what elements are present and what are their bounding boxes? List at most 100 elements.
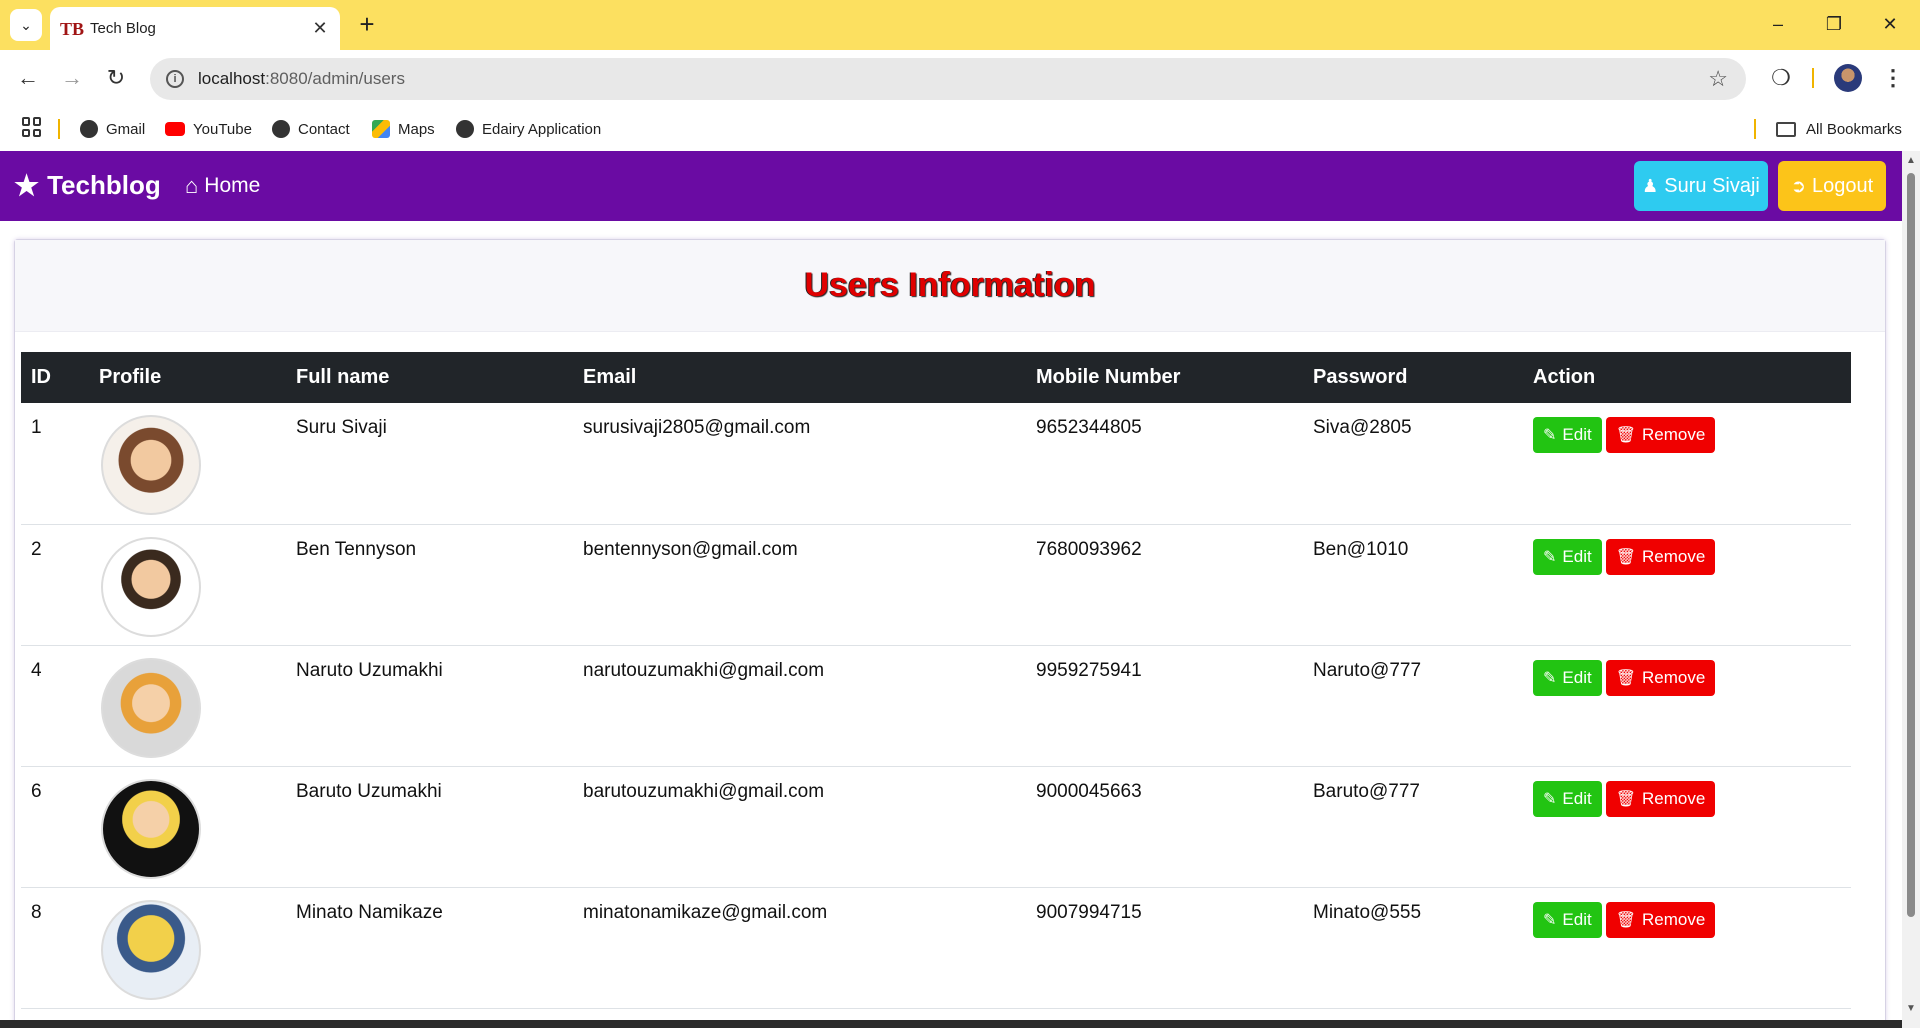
edit-button[interactable]: ✎ Edit	[1533, 538, 1602, 575]
bookmark-star-icon[interactable]: ☆	[1708, 66, 1728, 92]
bookmark-contact[interactable]: Contact	[272, 115, 350, 143]
youtube-icon	[165, 122, 185, 136]
remove-button[interactable]: 🗑 Remove	[1605, 659, 1716, 696]
avatar	[101, 778, 201, 879]
cell-password: Naruto@777	[1303, 645, 1523, 767]
cell-password: Ben@1010	[1303, 524, 1523, 646]
page-viewport: ★ Techblog ⌂ Home ♟ Suru Sivaji ➲ Logout…	[0, 151, 1920, 1028]
table-row: 8 Minato Namikaze minatonamikaze@gmail.c…	[21, 887, 1851, 1009]
cell-action: ✎ Edit 🗑 Remove	[1523, 766, 1851, 888]
scroll-down-icon[interactable]: ▼	[1906, 1003, 1916, 1014]
cell-email: bentennyson@gmail.com	[573, 524, 1026, 646]
trash-icon: 🗑	[1615, 548, 1637, 566]
site-info-icon[interactable]: i	[166, 70, 184, 88]
user-button-label: Suru Sivaji	[1664, 174, 1760, 197]
minimize-icon[interactable]: –	[1758, 10, 1798, 40]
bookmark-maps[interactable]: Maps	[372, 115, 435, 143]
user-profile-button[interactable]: ♟ Suru Sivaji	[1634, 161, 1768, 211]
cell-name: Baruto Uzumakhi	[286, 766, 573, 888]
apps-grid-icon[interactable]	[22, 117, 42, 137]
cell-action: ✎ Edit 🗑 Remove	[1523, 645, 1851, 767]
cell-profile	[89, 887, 286, 1009]
table-row: 4 Naruto Uzumakhi narutouzumakhi@gmail.c…	[21, 645, 1851, 767]
edit-button[interactable]: ✎ Edit	[1533, 901, 1602, 938]
toolbar-divider	[1812, 68, 1814, 88]
cell-mobile: 9959275941	[1026, 645, 1303, 767]
bookmarks-divider	[58, 119, 60, 139]
all-bookmarks-label: All Bookmarks	[1806, 120, 1902, 138]
bookmark-label: Contact	[298, 120, 350, 138]
bookmark-edairy[interactable]: Edairy Application	[456, 115, 601, 143]
edit-label: Edit	[1562, 667, 1592, 687]
table-row: 1 Suru Sivaji surusivaji2805@gmail.com 9…	[21, 403, 1851, 525]
bookmark-gmail[interactable]: Gmail	[80, 115, 145, 143]
bookmark-label: Gmail	[106, 120, 146, 138]
tab-search-button[interactable]: ⌄	[10, 9, 42, 41]
profile-avatar[interactable]	[1834, 64, 1862, 92]
back-icon[interactable]: ←	[12, 62, 44, 94]
page-scrollbar[interactable]: ▲ ▼	[1902, 151, 1920, 1028]
cell-password: Baruto@777	[1303, 766, 1523, 888]
star-icon: ★	[14, 170, 40, 201]
avatar	[101, 657, 201, 758]
tab-favicon-icon: TB	[60, 18, 85, 39]
tab-close-icon[interactable]: ✕	[310, 18, 330, 39]
remove-button[interactable]: 🗑 Remove	[1605, 901, 1716, 938]
cell-profile	[89, 766, 286, 888]
all-bookmarks[interactable]: All Bookmarks	[1776, 115, 1902, 143]
remove-label: Remove	[1642, 909, 1706, 929]
forward-icon[interactable]: →	[56, 62, 88, 94]
cell-name: Minato Namikaze	[286, 887, 573, 1009]
remove-label: Remove	[1642, 667, 1706, 687]
pen-icon: ✎	[1543, 427, 1557, 444]
remove-button[interactable]: 🗑 Remove	[1605, 780, 1716, 817]
brand-link[interactable]: ★ Techblog	[14, 169, 161, 202]
table-row: 6 Baruto Uzumakhi barutouzumakhi@gmail.c…	[21, 766, 1851, 888]
cell-name: Suru Sivaji	[286, 403, 573, 525]
edit-label: Edit	[1562, 788, 1592, 808]
table-row: 2 Ben Tennyson bentennyson@gmail.com 768…	[21, 524, 1851, 646]
bottom-strip	[0, 1020, 1902, 1028]
url-host: localhost	[198, 69, 266, 88]
bookmark-label: Maps	[398, 120, 435, 138]
cell-email: minatonamikaze@gmail.com	[573, 887, 1026, 1009]
scroll-up-icon[interactable]: ▲	[1906, 155, 1916, 166]
cell-email: surusivaji2805@gmail.com	[573, 403, 1026, 525]
globe-icon	[80, 120, 98, 138]
remove-button[interactable]: 🗑 Remove	[1605, 538, 1716, 575]
more-menu-icon[interactable]: ⋮	[1878, 62, 1908, 94]
trash-icon: 🗑	[1615, 669, 1637, 687]
address-bar[interactable]: i localhost:8080/admin/users ☆	[150, 58, 1746, 100]
globe-icon	[456, 120, 474, 138]
header-profile: Profile	[89, 352, 286, 403]
remove-label: Remove	[1642, 788, 1706, 808]
browser-toolbar: ← → ↻ i localhost:8080/admin/users ☆ ❍ ⋮	[0, 50, 1920, 107]
logout-button[interactable]: ➲ Logout	[1778, 161, 1886, 211]
page-title: Users Information	[804, 266, 1096, 304]
new-tab-icon[interactable]: +	[352, 10, 382, 40]
cell-name: Ben Tennyson	[286, 524, 573, 646]
cell-action: ✎ Edit 🗑 Remove	[1523, 403, 1851, 525]
trash-icon: 🗑	[1615, 790, 1637, 808]
bookmarks-bar: Gmail YouTube Contact Maps Edairy Applic…	[0, 107, 1920, 151]
users-table: ID Profile Full name Email Mobile Number…	[21, 352, 1851, 1009]
bookmark-youtube[interactable]: YouTube	[165, 115, 252, 143]
scroll-thumb[interactable]	[1907, 173, 1915, 917]
restore-icon[interactable]: ❐	[1814, 10, 1854, 40]
nav-home-link[interactable]: ⌂ Home	[185, 173, 260, 199]
remove-button[interactable]: 🗑 Remove	[1605, 417, 1716, 453]
reload-icon[interactable]: ↻	[100, 62, 132, 94]
cell-password: Minato@555	[1303, 887, 1523, 1009]
edit-button[interactable]: ✎ Edit	[1533, 780, 1602, 817]
cell-mobile: 7680093962	[1026, 524, 1303, 646]
cell-password: Siva@2805	[1303, 403, 1523, 525]
pen-icon: ✎	[1543, 790, 1557, 808]
extensions-icon[interactable]: ❍	[1766, 62, 1796, 94]
browser-tab[interactable]: TB Tech Blog ✕	[50, 7, 340, 50]
edit-button[interactable]: ✎ Edit	[1533, 659, 1602, 696]
edit-button[interactable]: ✎ Edit	[1533, 417, 1602, 453]
close-window-icon[interactable]: ✕	[1870, 10, 1910, 40]
maps-icon	[372, 120, 390, 138]
home-icon: ⌂	[185, 173, 199, 198]
remove-label: Remove	[1642, 546, 1706, 566]
